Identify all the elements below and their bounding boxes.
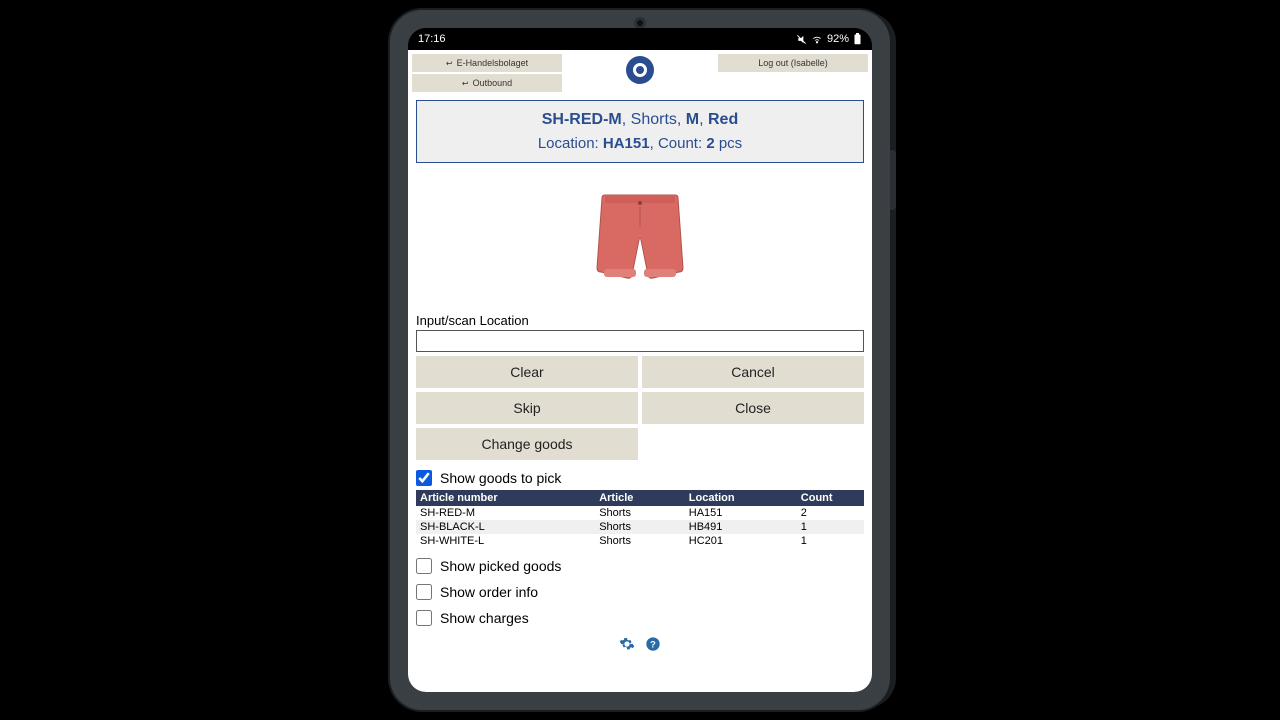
nav-section-label: Outbound	[473, 78, 513, 88]
tablet-camera	[637, 20, 643, 26]
wifi-icon	[811, 34, 823, 45]
show-charges-row[interactable]: Show charges	[416, 610, 864, 626]
svg-text:?: ?	[650, 639, 656, 649]
help-icon[interactable]: ?	[645, 636, 661, 652]
col-location: Location	[685, 490, 797, 506]
logout-label: Log out (Isabelle)	[758, 58, 828, 68]
tablet-frame: 17:16 92%	[390, 10, 890, 710]
close-button[interactable]: Close	[642, 392, 864, 424]
clear-button[interactable]: Clear	[416, 356, 638, 388]
table-cell: 1	[797, 534, 864, 548]
settings-icon[interactable]	[619, 636, 635, 652]
show-order-checkbox[interactable]	[416, 584, 432, 600]
table-row[interactable]: SH-BLACK-LShortsHB4911	[416, 520, 864, 534]
battery-icon	[853, 33, 862, 45]
status-bar: 17:16 92%	[408, 28, 872, 50]
table-cell: Shorts	[595, 520, 685, 534]
show-goods-label: Show goods to pick	[440, 470, 561, 486]
skip-button[interactable]: Skip	[416, 392, 638, 424]
nav-company-button[interactable]: ↩ E-Handelsbolaget	[412, 54, 562, 72]
table-cell: HA151	[685, 506, 797, 520]
show-charges-checkbox[interactable]	[416, 610, 432, 626]
table-cell: Shorts	[595, 506, 685, 520]
table-cell: SH-BLACK-L	[416, 520, 595, 534]
change-goods-button[interactable]: Change goods	[416, 428, 638, 460]
col-count: Count	[797, 490, 864, 506]
show-picked-label: Show picked goods	[440, 558, 561, 574]
item-summary-line1: SH-RED-M, Shorts, M, Red	[423, 111, 857, 129]
scan-label: Input/scan Location	[416, 313, 864, 328]
cancel-button[interactable]: Cancel	[642, 356, 864, 388]
product-image	[580, 177, 700, 297]
back-icon: ↩	[462, 79, 469, 88]
col-article: Article	[595, 490, 685, 506]
nav-company-label: E-Handelsbolaget	[457, 58, 529, 68]
table-cell: HC201	[685, 534, 797, 548]
table-cell: 1	[797, 520, 864, 534]
table-cell: 2	[797, 506, 864, 520]
back-icon: ↩	[446, 59, 453, 68]
scan-input[interactable]	[416, 330, 864, 352]
table-row[interactable]: SH-WHITE-LShortsHC2011	[416, 534, 864, 548]
show-order-row[interactable]: Show order info	[416, 584, 864, 600]
show-picked-row[interactable]: Show picked goods	[416, 558, 864, 574]
goods-table: Article number Article Location Count SH…	[416, 490, 864, 548]
table-cell: HB491	[685, 520, 797, 534]
app-logo	[570, 54, 710, 84]
table-row[interactable]: SH-RED-MShortsHA1512	[416, 506, 864, 520]
table-cell: Shorts	[595, 534, 685, 548]
show-goods-row[interactable]: Show goods to pick	[416, 470, 864, 486]
battery-percent: 92%	[827, 33, 849, 45]
table-cell: SH-WHITE-L	[416, 534, 595, 548]
status-time: 17:16	[418, 33, 446, 45]
table-cell: SH-RED-M	[416, 506, 595, 520]
nav-section-button[interactable]: ↩ Outbound	[412, 74, 562, 92]
logout-button[interactable]: Log out (Isabelle)	[718, 54, 868, 72]
show-order-label: Show order info	[440, 584, 538, 600]
app-root: ↩ E-Handelsbolaget ↩ Outbound Log out (I…	[408, 50, 872, 692]
item-summary-line2: Location: HA151, Count: 2 pcs	[423, 135, 857, 152]
mute-icon	[796, 34, 807, 45]
item-summary-card: SH-RED-M, Shorts, M, Red Location: HA151…	[416, 100, 864, 163]
show-picked-checkbox[interactable]	[416, 558, 432, 574]
tablet-screen: 17:16 92%	[408, 28, 872, 692]
show-goods-checkbox[interactable]	[416, 470, 432, 486]
col-article-no: Article number	[416, 490, 595, 506]
show-charges-label: Show charges	[440, 610, 529, 626]
